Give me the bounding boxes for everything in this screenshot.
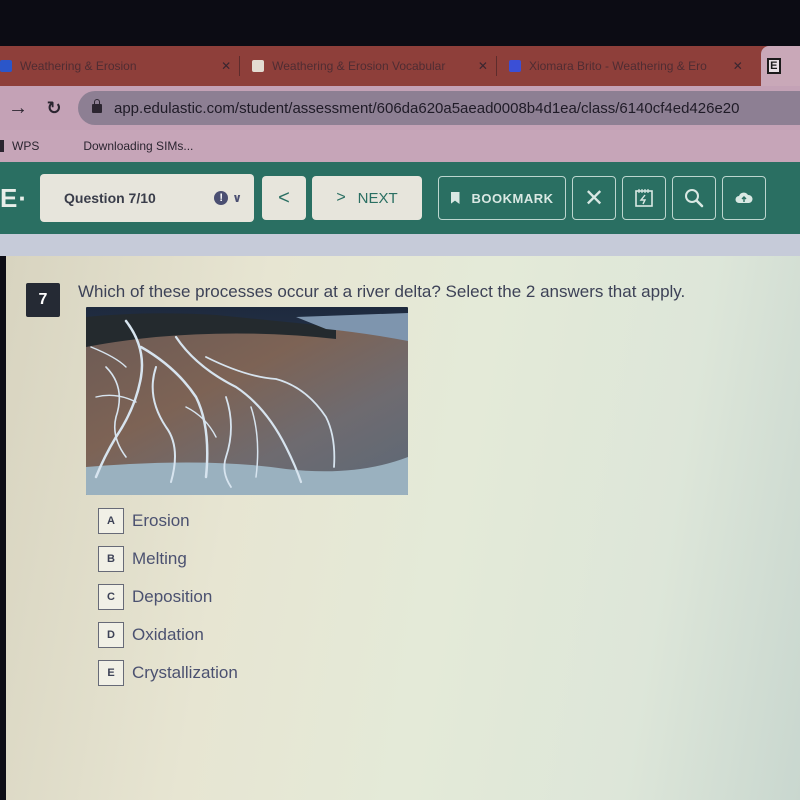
address-bar[interactable]: app.edulastic.com/student/assessment/606… [78,91,800,125]
option-label[interactable]: Melting [132,549,187,569]
bookmark-icon [450,192,460,204]
option-label[interactable]: Erosion [132,511,190,531]
option-label[interactable]: Deposition [132,587,212,607]
answer-option-c[interactable]: C Deposition [98,578,238,616]
alert-icon: ! [214,191,229,205]
slides-icon [252,60,265,72]
bookmark-label: BOOKMARK [471,190,554,206]
answer-option-a[interactable]: A Erosion [98,502,238,540]
monitor-bezel [0,0,800,46]
browser-nav-bar: → ↻ app.edulastic.com/student/assessment… [0,86,800,130]
question-selector-label: Question 7/10 [64,190,156,206]
bookmark-downloading-sims[interactable]: Downloading SIMs... [83,139,193,153]
reload-icon[interactable]: ↻ [42,98,66,119]
browser-tab[interactable]: Weathering & Erosion Vocabular ✕ [240,50,496,82]
browser-tab[interactable]: Weathering & Erosion ✕ [0,50,239,82]
doc-icon [0,60,12,72]
bookmark-label: Downloading SIMs... [83,139,194,153]
tab-title: Xiomara Brito - Weathering & Ero [528,59,707,73]
scratchpad-button[interactable] [622,176,666,220]
question-card: 7 Which of these processes occur at a ri… [6,256,800,800]
chevron-down-icon: ∨ [232,191,242,205]
answer-option-e[interactable]: E Crystallization [98,654,238,692]
close-x-icon: ✕ [583,184,605,212]
zoom-button[interactable] [672,176,716,220]
bookmark-button[interactable]: BOOKMARK [438,176,566,220]
edulastic-logo: E· [0,182,28,213]
magnifier-icon [685,189,704,208]
answer-eliminator-button[interactable]: ✕ [572,176,616,220]
chevron-right-icon: > [336,189,346,206]
option-letter-box[interactable]: E [98,660,124,686]
option-letter-box[interactable]: A [98,508,124,534]
answer-option-d[interactable]: D Oxidation [98,616,238,654]
browser-tab[interactable]: Xiomara Brito - Weathering & Ero ✕ [497,50,751,82]
forward-arrow-icon[interactable]: → [6,97,30,120]
docs-icon [508,60,521,72]
folder-icon [0,140,4,152]
question-number-badge: 7 [26,283,60,317]
close-tab-icon[interactable]: ✕ [221,59,231,73]
option-label[interactable]: Oxidation [132,625,204,645]
question-stem: Which of these processes occur at a rive… [78,282,686,301]
option-letter-box[interactable]: D [98,622,124,648]
chevron-left-icon: < [278,186,290,209]
url-text: app.edulastic.com/student/assessment/606… [114,99,740,117]
option-letter-box[interactable]: C [98,584,124,610]
option-letter-box[interactable]: B [98,546,124,572]
answer-option-b[interactable]: B Melting [98,540,238,578]
assessment-toolbar: E· Question 7/10 ! ∨ < > NEXT BOOKMARK ✕ [0,162,800,234]
cloud-upload-icon [735,192,753,203]
tab-title: Weathering & Erosion [20,59,137,73]
next-button[interactable]: > NEXT [312,176,422,220]
close-tab-icon[interactable]: ✕ [733,59,743,73]
calculator-notepad-icon [635,189,653,207]
content-header-strip [0,234,800,256]
previous-button[interactable]: < [262,176,306,220]
next-label: NEXT [357,189,398,207]
active-tab[interactable]: E [760,46,800,86]
tab-title: Weathering & Erosion Vocabular [272,59,446,73]
bookmarks-bar: WPS Downloading SIMs... [0,130,800,162]
close-tab-icon[interactable]: ✕ [478,59,488,73]
browser-tab-strip: Weathering & Erosion ✕ Weathering & Eros… [0,46,800,86]
save-button[interactable] [722,176,766,220]
lock-icon [92,98,102,113]
bookmark-label: WPS [12,139,40,153]
answer-options: A Erosion B Melting C Deposition D Oxida… [98,502,238,692]
river-delta-image [86,307,408,495]
question-selector[interactable]: Question 7/10 ! ∨ [40,174,254,222]
bookmark-wps[interactable]: WPS [0,139,39,153]
option-label[interactable]: Crystallization [132,663,238,683]
edulastic-favicon-icon: E [766,58,781,74]
